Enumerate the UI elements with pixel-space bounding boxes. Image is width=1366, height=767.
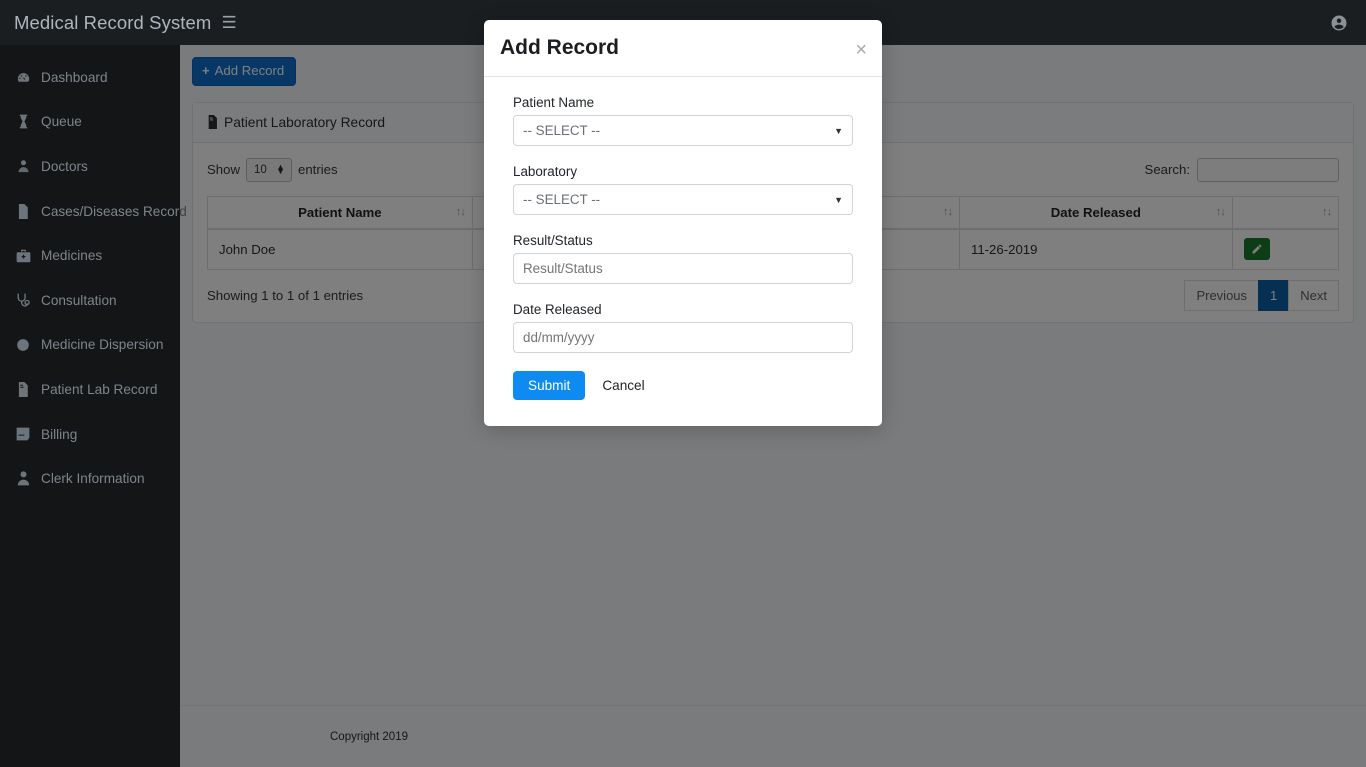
lab-file-icon <box>14 381 32 397</box>
close-icon[interactable]: × <box>855 40 867 60</box>
sidebar-item-clerk-information[interactable]: Clerk Information <box>0 456 180 501</box>
medkit-icon <box>14 249 32 263</box>
hamburger-icon[interactable]: ☰ <box>221 14 236 31</box>
sidebar-item-patient-lab-record[interactable]: Patient Lab Record <box>0 367 180 412</box>
result-status-label: Result/Status <box>513 233 593 248</box>
patient-name-select[interactable]: -- SELECT -- ▼ <box>513 115 853 146</box>
modal-actions: Submit Cancel <box>513 371 853 400</box>
sidebar: Dashboard Queue Doctors Cases/Diseases R… <box>0 45 187 767</box>
field-patient-name: Patient Name -- SELECT -- ▼ <box>513 95 853 146</box>
sidebar-item-label: Consultation <box>41 292 117 308</box>
date-released-label: Date Released <box>513 302 602 317</box>
result-status-input[interactable] <box>513 253 853 284</box>
sidebar-item-label: Queue <box>41 114 82 130</box>
sidebar-item-dashboard[interactable]: Dashboard <box>0 55 180 100</box>
sidebar-item-label: Dashboard <box>41 69 108 85</box>
sidebar-item-label: Cases/Diseases Record <box>41 203 187 219</box>
modal-body: Patient Name -- SELECT -- ▼ Laboratory -… <box>484 77 882 426</box>
patient-name-selected-value: -- SELECT -- <box>523 123 601 138</box>
sidebar-item-label: Patient Lab Record <box>41 381 158 397</box>
sidebar-item-label: Clerk Information <box>41 471 145 487</box>
sidebar-item-cases-diseases-record[interactable]: Cases/Diseases Record <box>0 189 187 234</box>
cancel-button[interactable]: Cancel <box>596 377 650 394</box>
stethoscope-icon <box>14 293 32 308</box>
sidebar-item-consultation[interactable]: Consultation <box>0 278 180 323</box>
add-record-modal: Add Record × Patient Name -- SELECT -- ▼… <box>484 20 882 426</box>
dashboard-icon <box>14 70 32 85</box>
laboratory-label: Laboratory <box>513 164 578 179</box>
file-icon <box>14 203 32 219</box>
date-released-input[interactable] <box>513 322 853 353</box>
field-laboratory: Laboratory -- SELECT -- ▼ <box>513 164 853 215</box>
field-date-released: Date Released <box>513 302 853 353</box>
chevron-down-icon: ▼ <box>834 194 843 205</box>
laboratory-selected-value: -- SELECT -- <box>523 192 601 207</box>
app-brand-title: Medical Record System <box>14 11 212 33</box>
sidebar-item-label: Billing <box>41 426 78 442</box>
sidebar-item-queue[interactable]: Queue <box>0 100 180 145</box>
billing-icon <box>14 427 32 441</box>
submit-button[interactable]: Submit <box>513 371 586 400</box>
modal-header: Add Record × <box>484 20 882 77</box>
field-result-status: Result/Status <box>513 233 853 284</box>
modal-title: Add Record <box>500 36 620 59</box>
sidebar-item-medicines[interactable]: Medicines <box>0 233 180 278</box>
laboratory-select[interactable]: -- SELECT -- ▼ <box>513 184 853 215</box>
chevron-down-icon: ▼ <box>834 125 843 136</box>
patient-name-label: Patient Name <box>513 95 595 110</box>
sidebar-item-label: Medicines <box>41 248 103 264</box>
sidebar-item-doctors[interactable]: Doctors <box>0 144 180 189</box>
hourglass-icon <box>14 114 32 129</box>
sidebar-item-label: Doctors <box>41 158 88 174</box>
sidebar-item-billing[interactable]: Billing <box>0 412 180 457</box>
pill-circle-icon <box>14 338 32 352</box>
sidebar-item-label: Medicine Dispersion <box>41 337 164 353</box>
sidebar-item-medicine-dispersion[interactable]: Medicine Dispersion <box>0 323 180 368</box>
person-icon <box>14 471 32 486</box>
user-circle-icon[interactable] <box>1330 14 1348 32</box>
doctor-icon <box>14 159 32 174</box>
